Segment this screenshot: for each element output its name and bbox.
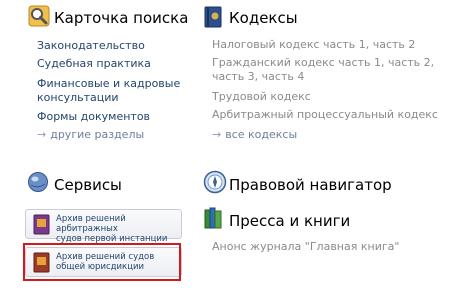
all-codexes-label: все кодексы bbox=[225, 128, 298, 141]
services-globe-icon bbox=[27, 171, 49, 197]
codex-civil-line2[interactable]: часть 3, часть 4 bbox=[212, 70, 304, 84]
codex-labor[interactable]: Трудовой кодекс bbox=[212, 90, 311, 104]
codex-tax[interactable]: Налоговый кодекс часть 1, часть 2 bbox=[212, 38, 415, 52]
compass-icon bbox=[203, 170, 227, 198]
press-title[interactable]: Пресса и книги bbox=[229, 212, 350, 230]
link-financial-consult-line2[interactable]: консультации bbox=[37, 91, 119, 105]
codex-civil-line1[interactable]: Гражданский кодекс часть 1, часть 2, bbox=[212, 56, 434, 70]
press-item-announcement[interactable]: Анонс журнала "Главная книга" bbox=[212, 240, 399, 254]
highlight-frame bbox=[23, 243, 181, 281]
services-title[interactable]: Сервисы bbox=[54, 176, 122, 194]
archive-arbitration-line1: Архив решений арбитражных bbox=[56, 214, 126, 234]
search-card-title[interactable]: Карточка поиска bbox=[54, 9, 188, 27]
archive-book-icon bbox=[33, 214, 51, 239]
link-document-forms[interactable]: Формы документов bbox=[37, 110, 150, 124]
link-financial-consult-line1[interactable]: Финансовые и кадровые bbox=[37, 77, 180, 91]
codex-arbitration[interactable]: Арбитражный процессуальный кодекс bbox=[212, 108, 438, 122]
arrow-right-icon: → bbox=[37, 128, 47, 141]
legal-navigator-title[interactable]: Правовой навигатор bbox=[229, 176, 392, 194]
link-court-practice[interactable]: Судебная практика bbox=[37, 57, 151, 71]
magnifier-icon bbox=[28, 5, 50, 31]
archive-arbitration-button[interactable]: Архив решений арбитражных судов первой и… bbox=[25, 209, 182, 244]
other-sections-label: другие разделы bbox=[50, 128, 145, 141]
arrow-right-icon: → bbox=[212, 128, 222, 141]
link-all-codexes[interactable]: → все кодексы bbox=[212, 128, 297, 141]
books-icon bbox=[203, 207, 225, 233]
codex-book-icon bbox=[203, 6, 223, 32]
codexes-title[interactable]: Кодексы bbox=[229, 9, 298, 27]
link-legislation[interactable]: Законодательство bbox=[37, 39, 145, 53]
link-other-sections[interactable]: → другие разделы bbox=[37, 128, 144, 141]
